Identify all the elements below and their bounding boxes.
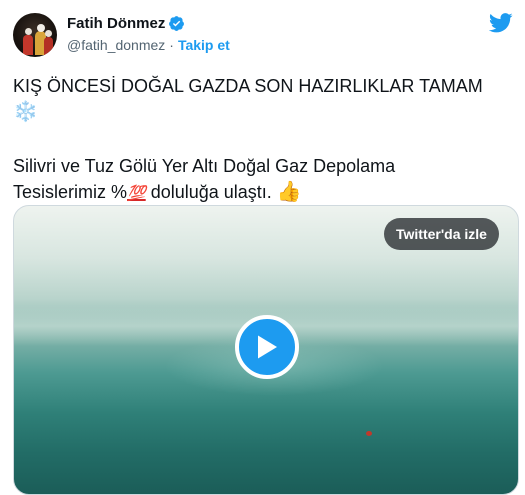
follow-button[interactable]: Takip et [178, 37, 230, 53]
play-icon [258, 335, 277, 359]
author-name-row: Fatih Dönmez [67, 13, 185, 33]
author-handle-row: @fatih_donmez · Takip et [67, 36, 230, 54]
play-button[interactable] [235, 315, 299, 379]
tweet-text: KIŞ ÖNCESİ DOĞAL GAZDA SON HAZIRLIKLAR T… [13, 73, 513, 207]
tweet-line-emoji: ❄️ [13, 99, 513, 125]
tweet-line-2: Silivri ve Tuz Gölü Yer Altı Doğal Gaz D… [13, 156, 396, 176]
verified-badge-icon [169, 15, 185, 31]
thumbs-up-icon: 👍 [276, 181, 302, 203]
video-player[interactable]: Twitter'da izle [13, 205, 519, 495]
embedded-tweet-card: Fatih Dönmez @fatih_donmez · Takip et KI… [0, 0, 525, 495]
snowflake-icon: ❄️ [13, 101, 38, 123]
tweet-line-3: Tesislerimiz %💯 doluluğa ulaştı. 👍 [13, 181, 302, 203]
hundred-points-icon: 💯 [127, 185, 146, 202]
author-handle[interactable]: @fatih_donmez [67, 37, 165, 53]
tweet-line-1: KIŞ ÖNCESİ DOĞAL GAZDA SON HAZIRLIKLAR T… [13, 76, 483, 96]
author-name[interactable]: Fatih Dönmez [67, 15, 165, 32]
twitter-bird-icon[interactable] [489, 13, 513, 33]
buoy [366, 431, 372, 436]
avatar[interactable] [13, 13, 57, 57]
watch-on-twitter-label: Twitter'da izle [396, 226, 487, 242]
separator-dot: · [169, 37, 174, 53]
watch-on-twitter-button[interactable]: Twitter'da izle [384, 218, 499, 250]
